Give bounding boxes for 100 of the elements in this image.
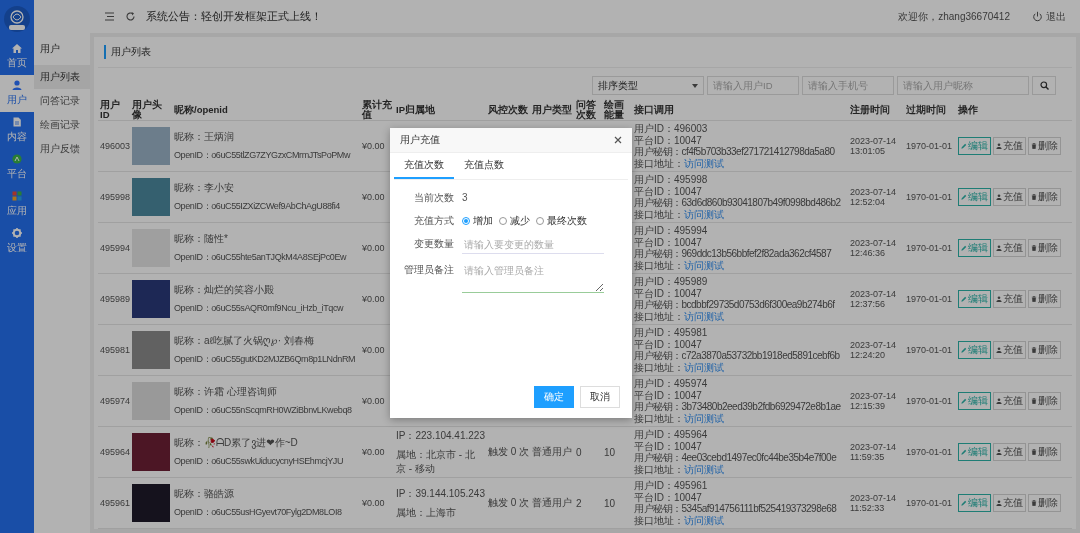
recharge-button[interactable]: 充值	[993, 341, 1026, 359]
subnav-item[interactable]: 用户反馈	[34, 137, 90, 161]
person-icon	[996, 500, 1002, 506]
expiry-date-cell-text: 1970-01-01	[905, 243, 954, 253]
drawing-energy-text: 10	[604, 446, 616, 458]
photo-placeholder	[132, 331, 170, 369]
recharge-button[interactable]: 充值	[993, 239, 1026, 257]
test-link[interactable]: 访问测试	[684, 412, 724, 424]
grid-icon	[12, 191, 22, 201]
delete-button[interactable]: 删除	[1028, 341, 1061, 359]
sidebar-item[interactable]: 内容	[0, 112, 34, 149]
remark-textarea[interactable]: 请输入管理员备注	[462, 262, 604, 293]
pencil-icon	[961, 194, 967, 200]
document-icon	[12, 117, 22, 127]
photo-placeholder	[132, 127, 170, 165]
sidebar-item[interactable]: 平台	[0, 149, 34, 186]
home-icon	[12, 43, 22, 53]
test-link[interactable]: 访问测试	[684, 157, 724, 169]
user-id-cell-text: 496003	[99, 141, 130, 151]
menu-icon[interactable]	[104, 11, 115, 22]
platform-id-text: 平台ID：10047	[634, 389, 703, 401]
test-link[interactable]: 访问测试	[684, 514, 724, 526]
ip-text: IP：39.144.105.243	[396, 486, 484, 501]
subnav-title: 用户	[39, 42, 61, 56]
expiry-date-cell-text: 1970-01-01	[905, 294, 954, 304]
person-icon	[996, 449, 1002, 455]
user-type-text: 普通用户	[532, 497, 572, 508]
test-link[interactable]: 访问测试	[684, 463, 724, 475]
photo-placeholder	[132, 178, 170, 216]
test-link[interactable]: 访问测试	[684, 361, 724, 373]
dialog-tab[interactable]: 充值次数	[394, 153, 454, 179]
subnav-item[interactable]: 用户列表	[34, 65, 90, 89]
pencil-icon	[961, 347, 967, 353]
user-id-cell-text: 495994	[99, 243, 130, 253]
balance-cell-text: ¥0.00	[361, 498, 386, 508]
expiry-date-cell-text: 1970-01-01	[905, 498, 954, 508]
subnav-item[interactable]: 问答记录	[34, 89, 90, 113]
photo-placeholder	[132, 433, 170, 471]
recharge-button[interactable]: 充值	[993, 392, 1026, 410]
sidebar-item[interactable]: 应用	[0, 186, 34, 223]
api-address-label: 接口地址：	[634, 412, 684, 424]
nickname-text: 昵称：🥀ᗩD累了ვ进❤作~D	[174, 436, 299, 450]
nickname-text: 昵称：王炳润	[174, 130, 235, 144]
field-label: 当前次数	[413, 191, 454, 205]
recharge-button[interactable]: 充值	[993, 443, 1026, 461]
trash-icon	[1031, 296, 1037, 302]
dialog-tab[interactable]: 充值点数	[454, 153, 514, 179]
expiry-date-cell-text: 1970-01-01	[905, 396, 954, 406]
current-count-value: 3	[462, 191, 468, 205]
test-link[interactable]: 访问测试	[684, 259, 724, 271]
secret-key-text: 用户秘钥：bcdbbf29735d0753d6f300ea9b274b6f	[634, 299, 836, 311]
subnav-item[interactable]: 绘画记录	[34, 113, 90, 137]
api-address-label: 接口地址：	[634, 463, 684, 475]
api-user-id-text: 用户ID：495989	[634, 276, 709, 288]
pencil-icon	[961, 500, 967, 506]
search-button[interactable]	[1032, 76, 1056, 95]
trash-icon	[1031, 500, 1037, 506]
cancel-button[interactable]: 取消	[580, 386, 620, 408]
recharge-button[interactable]: 充值	[993, 188, 1026, 206]
recharge-button[interactable]: 充值	[993, 494, 1026, 512]
pencil-icon	[961, 245, 967, 251]
delete-button[interactable]: 删除	[1028, 290, 1061, 308]
sidebar-item[interactable]: 设置	[0, 223, 34, 260]
pencil-icon	[961, 143, 967, 149]
api-address-label: 接口地址：	[634, 208, 684, 220]
test-link[interactable]: 访问测试	[684, 208, 724, 220]
sidebar-item[interactable]: 首页	[0, 38, 34, 75]
logout-button[interactable]: 退出	[1032, 9, 1066, 24]
delete-button[interactable]: 删除	[1028, 239, 1061, 257]
close-button[interactable]	[614, 136, 622, 144]
delete-button[interactable]: 删除	[1028, 443, 1061, 461]
api-address-label: 接口地址：	[634, 259, 684, 271]
sidebar-item[interactable]: 用户	[0, 75, 34, 112]
api-user-id-text: 用户ID：495981	[634, 327, 709, 339]
location-text: 属地：北京市 - 北京 - 移动	[396, 447, 476, 476]
panel-title: 用户列表	[104, 45, 151, 59]
column-header: 用户ID	[99, 100, 121, 120]
delete-button[interactable]: 删除	[1028, 137, 1061, 155]
nickname-text: 昵称：骆皓源	[174, 487, 235, 501]
expiry-date-cell-text: 1970-01-01	[905, 345, 954, 355]
logo-icon	[3, 5, 31, 33]
circle-icon	[12, 154, 22, 164]
secret-key-text: 用户秘钥：969ddc13b56bbfef2f82ada362cf4587	[634, 248, 833, 260]
drawing-energy-text: 10	[604, 497, 616, 509]
trash-icon	[1031, 143, 1037, 149]
delete-button[interactable]: 删除	[1028, 392, 1061, 410]
secret-key-text: 用户秘钥：cf4f5b703b33ef271721412798da5a80	[634, 146, 836, 158]
registered-time-cell-text: 2023-07-14 11:59:35	[849, 442, 898, 462]
secret-key-text: 用户秘钥：c72a3870a53732bb1918ed5891cebf6b	[634, 350, 841, 362]
test-link[interactable]: 访问测试	[684, 310, 724, 322]
trash-icon	[1031, 449, 1037, 455]
delete-button[interactable]: 删除	[1028, 494, 1061, 512]
quantity-input[interactable]: 请输入要变更的数量	[462, 236, 604, 254]
secret-key-text: 用户秘钥：5345af914756111bf525419373298e68	[634, 503, 838, 515]
recharge-button[interactable]: 充值	[993, 137, 1026, 155]
refresh-icon[interactable]	[125, 11, 136, 22]
recharge-button[interactable]: 充值	[993, 290, 1026, 308]
expiry-date-cell-text: 1970-01-01	[905, 192, 954, 202]
sort-select[interactable]: 排序类型	[592, 76, 704, 95]
delete-button[interactable]: 删除	[1028, 188, 1061, 206]
